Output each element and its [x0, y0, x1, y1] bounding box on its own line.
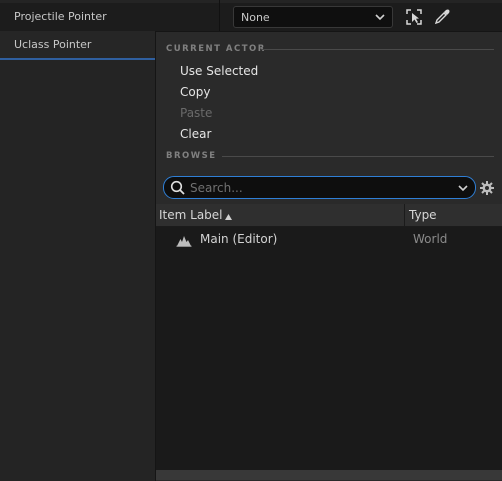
section-divider — [262, 49, 494, 50]
use-selected-menu-item[interactable]: Use Selected — [180, 64, 258, 78]
property-label: Uclass Pointer — [14, 38, 92, 51]
table-row[interactable]: Main (Editor) World — [156, 228, 502, 252]
type-column-header[interactable]: Type — [409, 208, 437, 222]
actor-list — [156, 227, 502, 470]
item-label-column-header[interactable]: Item Label — [159, 208, 223, 222]
item-type: World — [413, 232, 448, 246]
type-header-text: Type — [409, 208, 437, 222]
gear-icon[interactable] — [479, 180, 495, 196]
combo-value: None — [241, 11, 270, 24]
item-label: Main (Editor) — [200, 232, 278, 246]
chevron-down-icon — [375, 14, 385, 21]
item-label-header-text: Item Label — [159, 208, 223, 222]
selection-indicator — [0, 58, 156, 60]
property-label: Projectile Pointer — [14, 10, 107, 23]
sort-ascending-icon — [224, 210, 233, 224]
column-divider[interactable] — [404, 204, 405, 227]
search-box[interactable] — [163, 176, 476, 199]
pick-actor-icon[interactable] — [403, 6, 425, 28]
copy-menu-item[interactable]: Copy — [180, 85, 210, 99]
property-row-projectile-pointer: Projectile Pointer — [0, 3, 219, 32]
section-divider — [222, 156, 494, 157]
world-icon — [176, 236, 192, 247]
clear-menu-item[interactable]: Clear — [180, 127, 211, 141]
horizontal-scrollbar[interactable] — [156, 470, 502, 480]
actor-combo-box[interactable]: None — [233, 6, 393, 28]
search-icon — [170, 180, 185, 195]
paste-menu-item: Paste — [180, 106, 213, 120]
current-actor-header: CURRENT ACTOR — [166, 44, 266, 54]
search-input[interactable] — [190, 179, 450, 196]
browse-header: BROWSE — [166, 151, 217, 161]
eyedropper-icon[interactable] — [431, 6, 453, 28]
chevron-down-icon[interactable] — [457, 182, 469, 194]
